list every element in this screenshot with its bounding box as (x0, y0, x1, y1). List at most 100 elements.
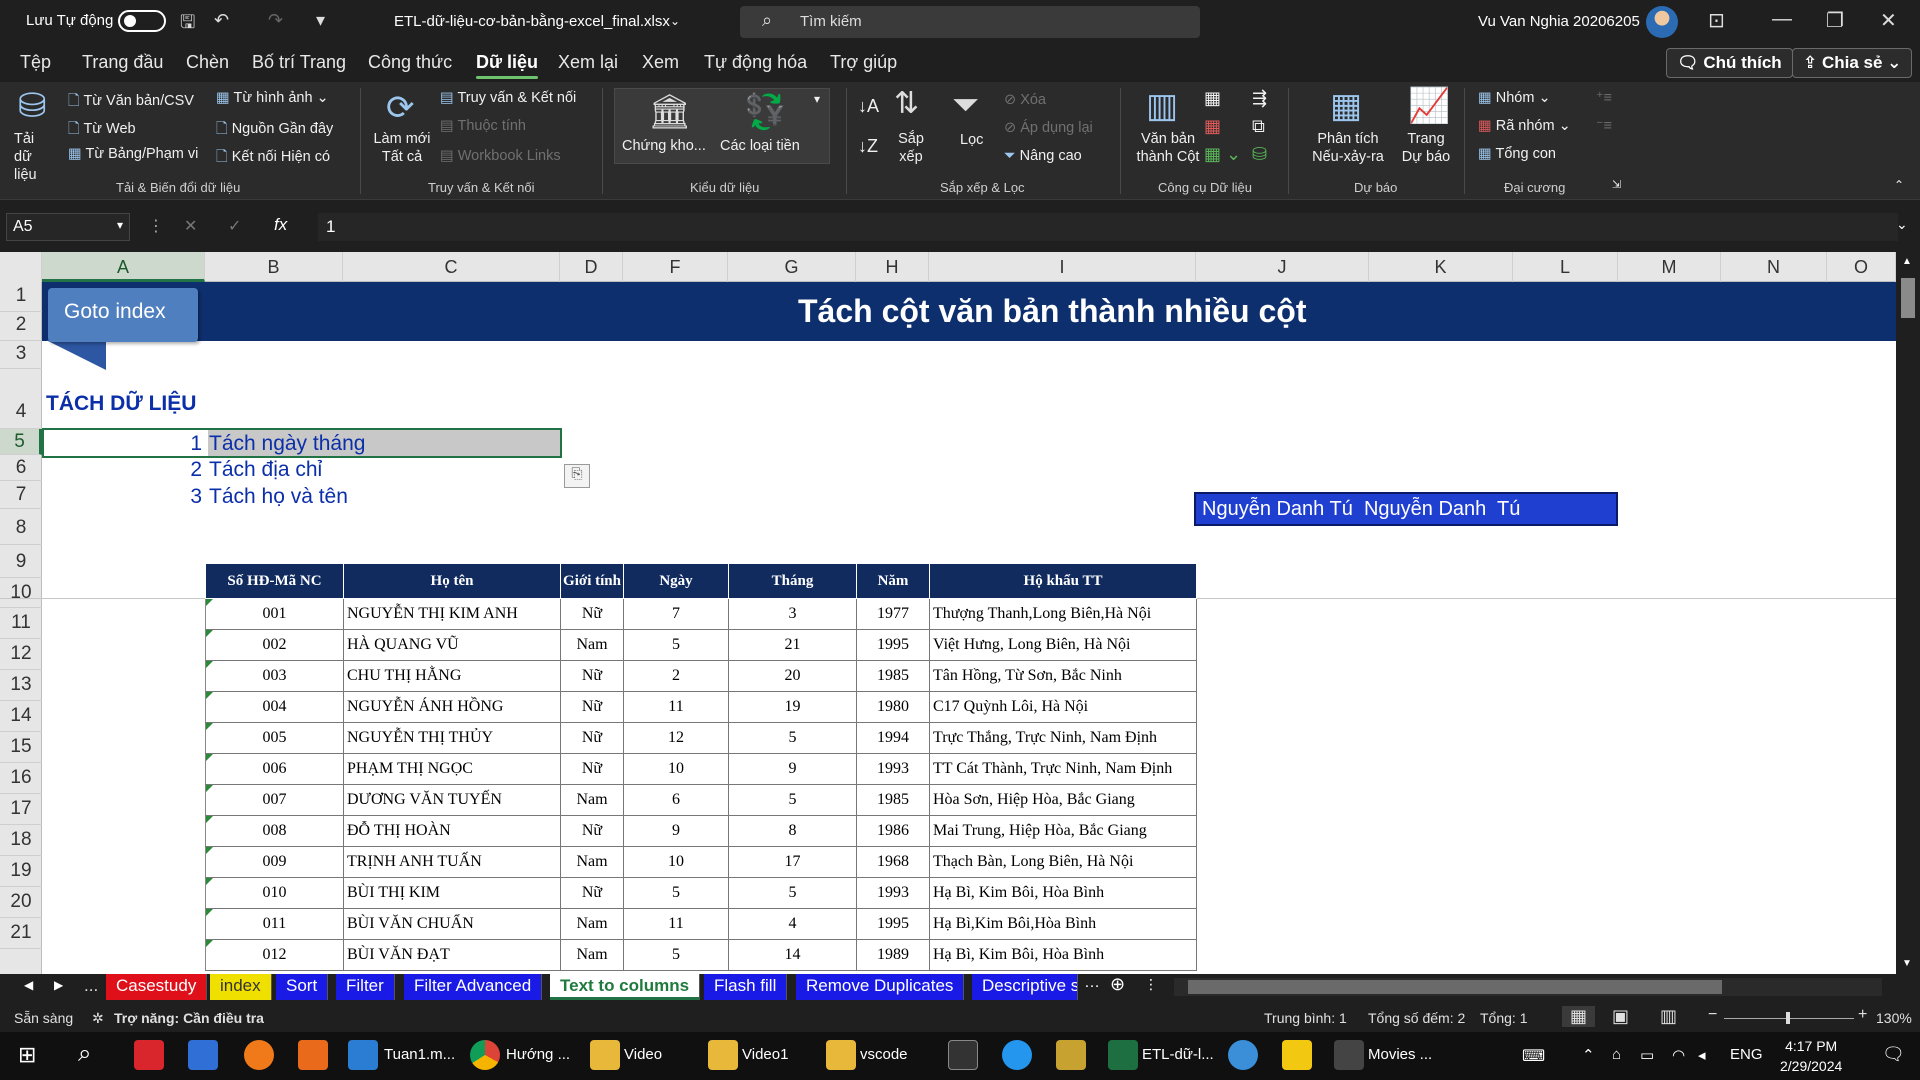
cell-contract-id[interactable]: 009 (205, 846, 344, 878)
cell-full-name[interactable]: BÙI VĂN ĐẠT (343, 939, 561, 971)
sum-status[interactable]: Tổng: 1 (1480, 1010, 1527, 1026)
cell-address[interactable]: Thượng Thanh,Long Biên,Hà Nội (929, 598, 1197, 630)
stocks-button[interactable]: Chứng kho... (622, 138, 706, 154)
cell-day[interactable]: 10 (623, 846, 729, 878)
from-image-button[interactable]: ▦ Từ hình ảnh ⌄ (216, 90, 329, 106)
flash-fill-icon[interactable]: ▦ (1204, 88, 1221, 109)
cell-day[interactable]: 11 (623, 691, 729, 723)
row-header[interactable]: 20 (0, 887, 42, 918)
prev-sheet-icon[interactable]: ◀ (24, 978, 33, 992)
vscode-icon[interactable] (348, 1040, 378, 1070)
cell-year[interactable]: 1986 (856, 815, 930, 847)
queries-connections-button[interactable]: ▤ Truy vấn & Kết nối (440, 90, 576, 106)
sheet-tab-remove-duplicates[interactable]: Remove Duplicates (796, 974, 965, 1000)
tab-insert[interactable]: Chèn (186, 52, 229, 73)
advanced-filter-button[interactable]: ⏷ Nâng cao (1004, 148, 1082, 164)
column-header-o[interactable]: O (1827, 252, 1896, 282)
ungroup-button[interactable]: ▦ Rã nhóm ⌄ (1478, 118, 1571, 134)
tab-file[interactable]: Tệp (20, 52, 51, 73)
cell-gender[interactable]: Nữ (560, 691, 624, 723)
zoom-slider-thumb[interactable] (1786, 1012, 1790, 1024)
collapse-ribbon-icon[interactable]: ⌃ (1894, 178, 1904, 192)
tab-options-icon[interactable]: ⋮ (1144, 976, 1158, 993)
recent-sources-button[interactable]: 🗋 Nguồn Gần đây (216, 118, 333, 143)
cell-address[interactable]: Hạ Bì, Kim Bôi, Hòa Bình (929, 877, 1197, 909)
cell-gender[interactable]: Nữ (560, 598, 624, 630)
cell-month[interactable]: 5 (728, 877, 857, 909)
cell-year[interactable]: 1985 (856, 784, 930, 816)
input-language[interactable]: ENG (1730, 1046, 1763, 1063)
user-name[interactable]: Vu Van Nghia 20206205 (1478, 13, 1640, 30)
column-header-g[interactable]: G (728, 252, 856, 282)
taskbar-app-label[interactable]: vscode (860, 1046, 908, 1063)
app-icon[interactable] (134, 1040, 164, 1070)
tab-page-layout[interactable]: Bố trí Trang (252, 52, 346, 73)
cell-full-name[interactable]: TRỊNH ANH TUẤN (343, 846, 561, 878)
cell-full-name[interactable]: HÀ QUANG VŨ (343, 629, 561, 661)
relationships-icon[interactable]: ⧉ (1252, 116, 1265, 137)
row-header[interactable]: 9 (0, 545, 42, 578)
cell-full-name[interactable]: PHẠM THỊ NGỌC (343, 753, 561, 785)
cell-month[interactable]: 8 (728, 815, 857, 847)
scroll-thumb[interactable] (1901, 278, 1915, 318)
powerbi-icon[interactable] (1282, 1040, 1312, 1070)
cell-full-name[interactable]: NGUYỄN THỊ THỦY (343, 722, 561, 754)
chevron-down-icon[interactable]: ⌄ (670, 14, 680, 28)
cell-year[interactable]: 1994 (856, 722, 930, 754)
cell-year[interactable]: 1989 (856, 939, 930, 971)
movies-icon[interactable] (1334, 1040, 1364, 1070)
column-header-j[interactable]: J (1196, 252, 1369, 282)
name-box[interactable]: A5 ▾ (6, 213, 130, 241)
list-link-names[interactable]: Tách họ và tên (209, 485, 348, 509)
cell-day[interactable]: 10 (623, 753, 729, 785)
tab-view[interactable]: Xem (642, 52, 679, 73)
row-header[interactable]: 3 (0, 341, 42, 369)
column-header-a[interactable]: A (42, 252, 205, 282)
list-link-address[interactable]: Tách địa chỉ (209, 458, 322, 482)
refresh-all-button[interactable]: Làm mới Tất cả (372, 130, 432, 166)
cell-address[interactable]: Trực Thắng, Trực Ninh, Nam Định (929, 722, 1197, 754)
cell-day[interactable]: 2 (623, 660, 729, 692)
zoom-out-icon[interactable]: − (1708, 1006, 1717, 1024)
cell-contract-id[interactable]: 005 (205, 722, 344, 754)
cell-month[interactable]: 20 (728, 660, 857, 692)
cell-month[interactable]: 19 (728, 691, 857, 723)
column-header-h[interactable]: H (856, 252, 929, 282)
column-header-l[interactable]: L (1513, 252, 1618, 282)
save-icon[interactable]: 🖫 (180, 10, 195, 40)
comments-button[interactable]: 🗨 Chú thích (1666, 48, 1793, 78)
reapply-button[interactable]: ⊘ Áp dụng lại (1004, 120, 1093, 136)
cell-day[interactable]: 6 (623, 784, 729, 816)
sheet-tab-index[interactable]: index (210, 974, 272, 1000)
share-button[interactable]: ⇪ Chia sẻ ⌄ (1792, 48, 1913, 78)
scroll-up-icon[interactable]: ▲ (1902, 256, 1912, 267)
cell-month[interactable]: 3 (728, 598, 857, 630)
cell-gender[interactable]: Nữ (560, 877, 624, 909)
cell-year[interactable]: 1995 (856, 629, 930, 661)
clock[interactable]: 4:17 PM 2/29/2024 (1780, 1036, 1842, 1076)
cell-month[interactable]: 17 (728, 846, 857, 878)
whatif-analysis-button[interactable]: Phân tích Nếu-xảy-ra (1300, 130, 1396, 166)
cell-full-name[interactable]: NGUYỄN THỊ KIM ANH (343, 598, 561, 630)
close-icon[interactable]: ✕ (1880, 8, 1897, 33)
cell-day[interactable]: 5 (623, 877, 729, 909)
taskbar-app-label[interactable]: Video1 (742, 1046, 788, 1063)
cell-gender[interactable]: Nữ (560, 722, 624, 754)
cell-full-name[interactable]: BÙI VĂN CHUẨN (343, 908, 561, 940)
folder-icon[interactable] (708, 1040, 738, 1070)
cell-gender[interactable]: Nam (560, 629, 624, 661)
cell-gender[interactable]: Nam (560, 939, 624, 971)
restore-icon[interactable]: ❐ (1826, 8, 1844, 33)
get-data-button[interactable]: Tải dữ liệu (14, 130, 54, 184)
row-header[interactable]: 2 (0, 312, 42, 341)
cell-day[interactable]: 7 (623, 598, 729, 630)
cell-year[interactable]: 1977 (856, 598, 930, 630)
row-header[interactable]: 13 (0, 670, 42, 701)
cell-year[interactable]: 1980 (856, 691, 930, 723)
column-header-i[interactable]: I (929, 252, 1196, 282)
battery-icon[interactable]: ▭ (1640, 1046, 1654, 1064)
cell-day[interactable]: 5 (623, 629, 729, 661)
customize-qat-icon[interactable]: ▾ (316, 10, 325, 31)
cell-month[interactable]: 4 (728, 908, 857, 940)
column-header-c[interactable]: C (343, 252, 560, 282)
